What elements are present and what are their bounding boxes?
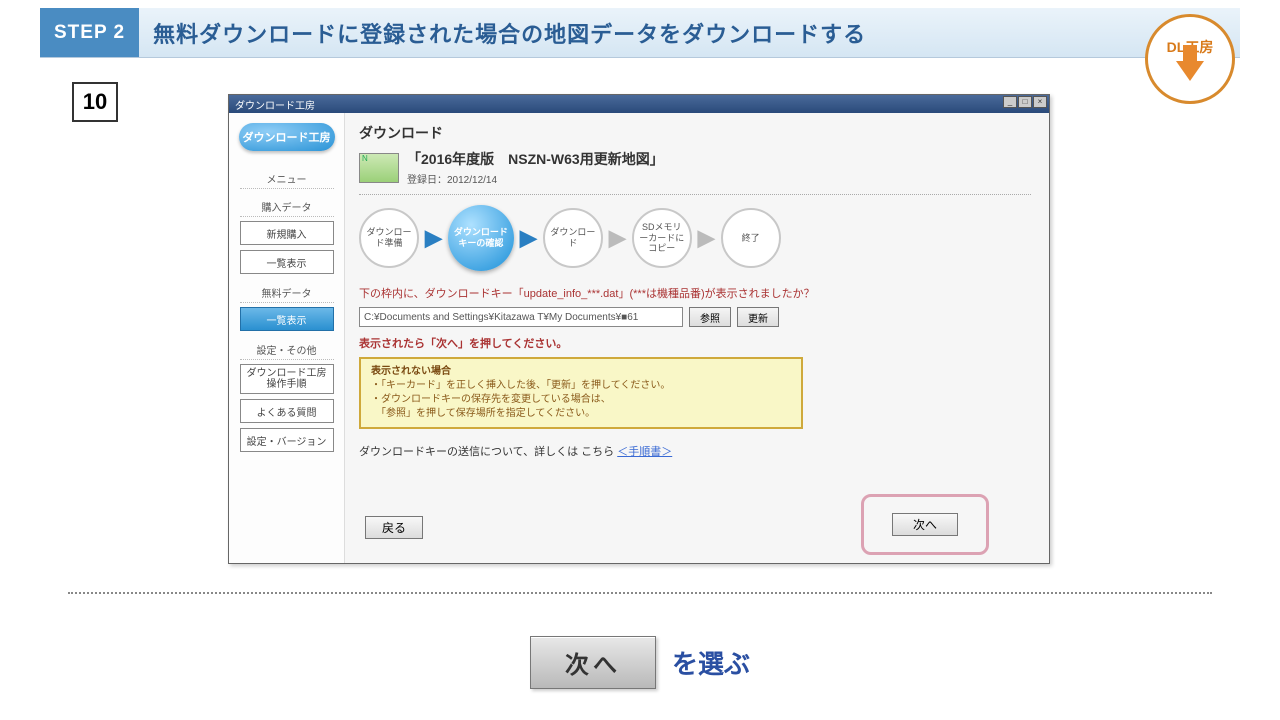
sidebar-btn-free-list[interactable]: 一覧表示	[240, 307, 334, 331]
chevron-right-icon: ▶	[425, 225, 442, 251]
logo-badge: DL工房	[1145, 14, 1235, 104]
flow-step-4: SDメモリーカードにコピー	[632, 208, 692, 268]
sidebar-btn-faq[interactable]: よくある質問	[240, 399, 334, 423]
flow-step-1: ダウンロード準備	[359, 208, 419, 268]
cta-caption: を選ぶ	[672, 644, 750, 681]
progress-flow: ダウンロード準備 ▶ ダウンロードキーの確認 ▶ ダウンロード ▶ SDメモリー…	[359, 205, 1031, 271]
main-pane: ダウンロード 「2016年度版 NSZN-W63用更新地図」 登録日：2012/…	[345, 113, 1049, 563]
step-number: 10	[72, 82, 118, 122]
help-link-row: ダウンロードキーの送信について、詳しくは こちら ＜手順書＞	[359, 443, 1031, 459]
warning-box: 表示されない場合 ・「キーカード」を正しく挿入した後、「更新」を押してください。…	[359, 357, 803, 429]
sidebar-btn-version[interactable]: 設定・バージョン	[240, 428, 334, 452]
flow-step-5: 終了	[721, 208, 781, 268]
separator	[68, 592, 1212, 594]
step-badge: STEP 2	[40, 8, 139, 57]
sidebar-btn-purchase-new[interactable]: 新規購入	[240, 221, 334, 245]
sidebar-group-menu: メニュー	[240, 171, 334, 189]
sidebar-brand: ダウンロード工房	[239, 123, 335, 151]
next-instruction: 表示されたら「次へ」を押してください。	[359, 335, 1031, 351]
warning-line-3: 「参照」を押して保存場所を指定してください。	[371, 407, 791, 421]
sidebar: ダウンロード工房 メニュー 購入データ 新規購入 一覧表示 無料データ 一覧表示…	[229, 113, 345, 563]
window-close-icon[interactable]: ×	[1033, 96, 1047, 108]
page-header: STEP 2 無料ダウンロードに登録された場合の地図データをダウンロードする	[40, 8, 1240, 58]
sidebar-brand-text: ダウンロード工房	[243, 129, 331, 145]
next-button-highlight: 次へ	[861, 494, 989, 555]
item-header: 「2016年度版 NSZN-W63用更新地図」 登録日：2012/12/14	[359, 149, 1031, 195]
download-arrow-icon	[1176, 61, 1204, 81]
window-maximize-icon[interactable]: □	[1018, 96, 1032, 108]
refresh-button[interactable]: 更新	[737, 307, 779, 327]
warning-line-1: ・「キーカード」を正しく挿入した後、「更新」を押してください。	[371, 379, 791, 393]
warning-title: 表示されない場合	[371, 365, 791, 379]
sidebar-btn-manual[interactable]: ダウンロード工房 操作手順	[240, 364, 334, 394]
flow-step-3: ダウンロード	[543, 208, 603, 268]
warning-line-2: ・ダウンロードキーの保存先を変更している場合は、	[371, 393, 791, 407]
page-title: 無料ダウンロードに登録された場合の地図データをダウンロードする	[153, 17, 866, 49]
window-titlebar: ダウンロード工房 _ □ ×	[229, 95, 1049, 113]
window-title: ダウンロード工房	[235, 101, 315, 112]
prompt-text: 下の枠内に、ダウンロードキー「update_info_***.dat」(***は…	[359, 285, 1031, 301]
sidebar-group-free: 無料データ	[240, 285, 334, 303]
manual-link[interactable]: ＜手順書＞	[617, 446, 672, 458]
chevron-right-icon: ▶	[609, 225, 626, 251]
flow-step-2: ダウンロードキーの確認	[448, 205, 514, 271]
section-title: ダウンロード	[359, 123, 1031, 143]
back-button[interactable]: 戻る	[365, 516, 423, 539]
chevron-right-icon: ▶	[698, 225, 715, 251]
sidebar-group-settings: 設定・その他	[240, 342, 334, 360]
sidebar-btn-purchase-list[interactable]: 一覧表示	[240, 250, 334, 274]
item-date: 登録日：2012/12/14	[407, 171, 664, 186]
chevron-right-icon: ▶	[520, 225, 537, 251]
app-window: ダウンロード工房 _ □ × ダウンロード工房 メニュー 購入データ 新規購入 …	[228, 94, 1050, 564]
cta-next-button[interactable]: 次へ	[530, 636, 656, 689]
next-button[interactable]: 次へ	[892, 513, 958, 536]
browse-button[interactable]: 参照	[689, 307, 731, 327]
map-thumb-icon	[359, 153, 399, 183]
help-link-prefix: ダウンロードキーの送信について、詳しくは こちら	[359, 446, 617, 458]
path-input[interactable]	[359, 307, 683, 327]
bottom-cta: 次へ を選ぶ	[0, 636, 1280, 689]
item-title: 「2016年度版 NSZN-W63用更新地図」	[407, 149, 664, 169]
window-minimize-icon[interactable]: _	[1003, 96, 1017, 108]
sidebar-group-purchase: 購入データ	[240, 199, 334, 217]
path-row: 参照 更新	[359, 307, 1031, 327]
